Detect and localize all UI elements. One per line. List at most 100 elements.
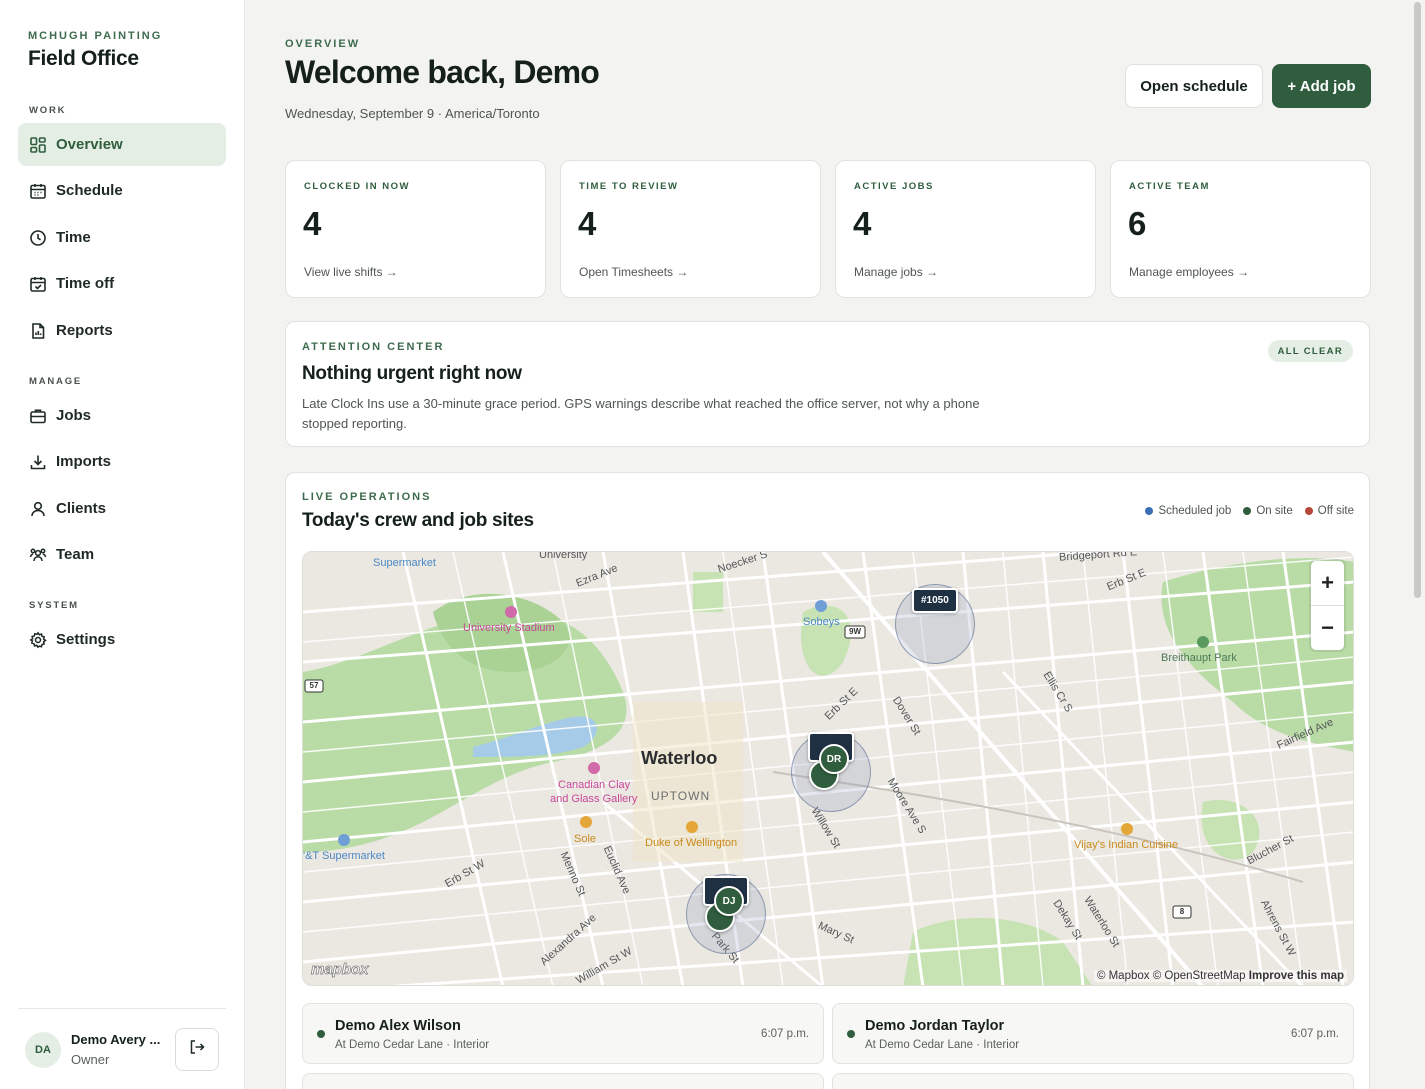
zoom-in-button[interactable]: +: [1311, 561, 1344, 605]
on-site-dot: [847, 1030, 855, 1038]
stat-label: ACTIVE TEAM: [1129, 181, 1210, 192]
mapbox-logo[interactable]: mapbox: [311, 961, 369, 979]
map-label-supermarket-top: Supermarket: [373, 557, 436, 569]
view-live-shifts-link[interactable]: View live shifts →: [304, 265, 398, 279]
map-legend: Scheduled job On site Off site: [1145, 505, 1354, 517]
sidebar-item-imports[interactable]: Imports: [18, 440, 226, 483]
shift-card[interactable]: Demo Alex Wilson At Demo Cedar Lane · In…: [302, 1003, 824, 1064]
brand-title: Field Office: [28, 47, 139, 70]
add-job-button[interactable]: + Add job: [1272, 64, 1371, 108]
sidebar-item-schedule[interactable]: Schedule: [18, 169, 226, 212]
attention-title: Nothing urgent right now: [302, 363, 522, 384]
page-scrollbar[interactable]: [1414, 2, 1421, 598]
sidebar-item-reports[interactable]: Reports: [18, 309, 226, 352]
map-label-uptown: UPTOWN: [651, 789, 711, 803]
open-schedule-button[interactable]: Open schedule: [1125, 64, 1263, 108]
manage-employees-link[interactable]: Manage employees →: [1129, 265, 1249, 279]
sidebar-item-label: Team: [56, 546, 95, 563]
team-icon: [29, 546, 47, 564]
attribution-text[interactable]: © Mapbox © OpenStreetMap: [1097, 970, 1246, 982]
legend-label: Off site: [1317, 505, 1354, 517]
sidebar-item-label: Overview: [56, 136, 123, 153]
route-shield-9w: 9W: [849, 627, 861, 636]
stat-label: CLOCKED IN NOW: [304, 181, 410, 192]
download-icon: [29, 453, 47, 471]
stat-card-time-to-review: TIME TO REVIEW 4 Open Timesheets →: [560, 160, 821, 298]
attention-kicker: ATTENTION CENTER: [302, 341, 445, 353]
sidebar-item-label: Settings: [56, 631, 116, 648]
map-zoom-controls: + −: [1311, 561, 1344, 650]
shift-time: 6:07 p.m.: [1291, 1028, 1339, 1040]
on-site-dot: [317, 1030, 325, 1038]
page-title: Welcome back, Demo: [285, 54, 600, 90]
map-label-vijays: Vijay's Indian Cuisine: [1074, 839, 1179, 851]
sidebar-item-clients[interactable]: Clients: [18, 487, 226, 530]
section-label-system: SYSTEM: [29, 600, 79, 611]
gear-icon: [29, 630, 47, 649]
shift-card[interactable]: Demo Jordan Taylor At Demo Cedar Lane · …: [832, 1003, 1354, 1064]
zoom-out-button[interactable]: −: [1311, 606, 1344, 650]
improve-map-link[interactable]: Improve this map: [1249, 970, 1344, 982]
legend-item-off-site: Off site: [1304, 505, 1354, 517]
shift-location: At Demo Cedar Lane · Interior: [865, 1039, 1020, 1051]
shift-employee-name: Demo Alex Wilson: [335, 1018, 461, 1034]
section-label-work: WORK: [29, 105, 67, 116]
logout-button[interactable]: [175, 1028, 219, 1071]
legend-item-scheduled: Scheduled job: [1145, 505, 1231, 517]
sidebar: MCHUGH PAINTING Field Office WORK Overvi…: [0, 0, 245, 1089]
sidebar-item-label: Schedule: [56, 182, 123, 199]
map-label-university: University: [539, 551, 588, 561]
map-label-canadian-clay: Canadian Clay: [558, 779, 631, 791]
logout-icon: [188, 1038, 206, 1061]
map-label-university-stadium: University Stadium: [463, 622, 555, 634]
calendar-check-icon: [29, 275, 47, 293]
sidebar-item-label: Time off: [56, 275, 115, 292]
sidebar-divider: [18, 1008, 226, 1009]
sidebar-item-label: Imports: [56, 453, 112, 470]
shift-card[interactable]: [832, 1073, 1354, 1089]
stat-value: 4: [578, 205, 597, 242]
map-label-breithaupt: Breithaupt Park: [1161, 652, 1237, 664]
attention-center: ATTENTION CENTER Nothing urgent right no…: [285, 321, 1370, 447]
grid-icon: [29, 136, 47, 154]
brand-kicker: MCHUGH PAINTING: [28, 30, 163, 42]
shift-card[interactable]: [302, 1073, 824, 1089]
sidebar-item-team[interactable]: Team: [18, 533, 226, 576]
user-name: Demo Avery ...: [71, 1032, 161, 1047]
status-badge: ALL CLEAR: [1267, 340, 1353, 362]
sidebar-item-overview[interactable]: Overview: [18, 123, 226, 166]
live-map[interactable]: 57 9W 8 Waterloo UPTOWN University Stadi…: [302, 551, 1354, 986]
live-kicker: LIVE OPERATIONS: [302, 491, 432, 503]
calendar-icon: [29, 182, 47, 200]
manage-jobs-link[interactable]: Manage jobs →: [854, 265, 938, 279]
stat-card-active-jobs: ACTIVE JOBS 4 Manage jobs →: [835, 160, 1096, 298]
sidebar-item-label: Jobs: [56, 407, 92, 424]
crew-marker-dr[interactable]: DR: [819, 744, 849, 774]
map-attribution: © Mapbox © OpenStreetMap Improve this ma…: [1093, 970, 1347, 982]
report-icon: [29, 322, 47, 340]
map-label-duke: Duke of Wellington: [645, 837, 738, 849]
sidebar-item-label: Reports: [56, 322, 113, 339]
legend-label: On site: [1256, 505, 1293, 517]
shift-location: At Demo Cedar Lane · Interior: [335, 1039, 490, 1051]
sidebar-item-jobs[interactable]: Jobs: [18, 394, 226, 437]
sidebar-item-time[interactable]: Time: [18, 216, 226, 259]
legend-dot: [1243, 507, 1252, 515]
legend-dot: [1304, 507, 1313, 515]
legend-label: Scheduled job: [1158, 505, 1232, 517]
sidebar-item-time-off[interactable]: Time off: [18, 262, 226, 305]
map-label-waterloo: Waterloo: [641, 748, 718, 768]
live-operations: LIVE OPERATIONS Today's crew and job sit…: [285, 472, 1370, 1089]
avatar[interactable]: DA: [25, 1032, 61, 1068]
legend-item-on-site: On site: [1243, 505, 1293, 517]
job-pin-1050[interactable]: #1050: [912, 588, 958, 613]
crew-marker-dj[interactable]: DJ: [714, 886, 744, 916]
open-timesheets-link[interactable]: Open Timesheets →: [579, 265, 688, 279]
map-label-supermarket-left: '&T Supermarket: [303, 850, 385, 862]
sidebar-item-settings[interactable]: Settings: [18, 618, 226, 661]
sidebar-item-label: Clients: [56, 500, 107, 517]
page-kicker: OVERVIEW: [285, 38, 361, 50]
attention-body: Late Clock Ins use a 30-minute grace per…: [302, 396, 980, 431]
briefcase-icon: [29, 407, 47, 425]
shift-time: 6:07 p.m.: [761, 1028, 809, 1040]
